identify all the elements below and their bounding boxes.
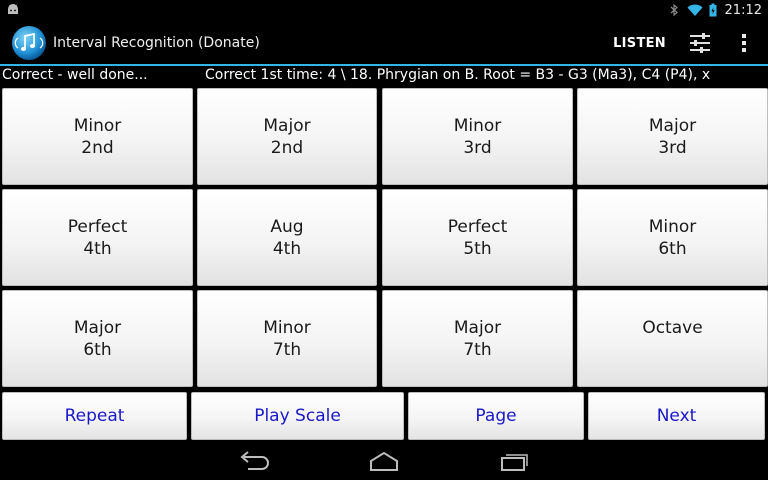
- interval-label-line1: Octave: [642, 318, 703, 338]
- interval-label-line2: 4th: [83, 238, 112, 259]
- wifi-icon: [687, 4, 703, 16]
- interval-label-line2: 5th: [463, 238, 492, 259]
- interval-label-line2: 2nd: [81, 137, 114, 158]
- action-bar: Interval Recognition (Donate) LISTEN: [0, 22, 768, 64]
- interval-major-2nd-button[interactable]: Major 2nd: [197, 88, 377, 185]
- page-button[interactable]: Page: [408, 392, 584, 440]
- interval-label-line2: 7th: [272, 339, 302, 360]
- result-info-line: Correct - well done... Correct 1st time:…: [0, 66, 768, 86]
- recent-apps-icon[interactable]: [496, 448, 532, 474]
- interval-major-7th-button[interactable]: Major 7th: [382, 290, 573, 387]
- interval-label-line2: 4th: [272, 238, 302, 259]
- interval-label-line1: Minor: [73, 115, 122, 136]
- back-icon[interactable]: [236, 448, 272, 474]
- interval-label-line1: Minor: [648, 216, 697, 237]
- next-button[interactable]: Next: [588, 392, 765, 440]
- interval-label-line1: Aug: [270, 216, 304, 237]
- interval-major-3rd-button[interactable]: Major 3rd: [577, 88, 768, 185]
- play-scale-button[interactable]: Play Scale: [191, 392, 404, 440]
- interval-grid: Minor 2nd Major 2nd Minor 3rd Major 3rd …: [0, 86, 768, 392]
- answer-status-text: Correct - well done...: [2, 67, 148, 83]
- interval-minor-2nd-button[interactable]: Minor 2nd: [2, 88, 193, 185]
- interval-label-line1: Perfect: [447, 216, 508, 237]
- overflow-menu-icon[interactable]: [738, 31, 750, 55]
- interval-label-line1: Major: [453, 317, 502, 338]
- interval-label-line2: 6th: [83, 339, 112, 360]
- home-icon[interactable]: [366, 448, 402, 474]
- interval-minor-7th-button[interactable]: Minor 7th: [197, 290, 377, 387]
- interval-label-line2: 2nd: [270, 137, 304, 158]
- interval-label-line1: Major: [648, 115, 697, 136]
- interval-label-line1: Major: [263, 115, 311, 136]
- interval-perfect-5th-button[interactable]: Perfect 5th: [382, 189, 573, 286]
- sliders-icon[interactable]: [688, 31, 712, 55]
- interval-aug-4th-button[interactable]: Aug 4th: [197, 189, 377, 286]
- score-detail-text: Correct 1st time: 4 \ 18. Phrygian on B.…: [205, 67, 711, 83]
- interval-label-line1: Perfect: [67, 216, 128, 237]
- listen-button[interactable]: LISTEN: [613, 36, 666, 51]
- app-logo-icon[interactable]: [11, 25, 47, 61]
- interval-label-line1: Major: [73, 317, 122, 338]
- interval-major-6th-button[interactable]: Major 6th: [2, 290, 193, 387]
- interval-perfect-4th-button[interactable]: Perfect 4th: [2, 189, 193, 286]
- interval-label-line1: Minor: [263, 317, 311, 338]
- interval-label-line2: 7th: [463, 339, 492, 360]
- repeat-button[interactable]: Repeat: [2, 392, 187, 440]
- interval-minor-6th-button[interactable]: Minor 6th: [577, 189, 768, 286]
- interval-label-line2: 3rd: [463, 137, 492, 158]
- interval-octave-button[interactable]: Octave: [577, 290, 768, 387]
- interval-label-line1: Minor: [453, 115, 502, 136]
- interval-minor-3rd-button[interactable]: Minor 3rd: [382, 88, 573, 185]
- status-bar: 21:12: [0, 0, 768, 20]
- interval-label-line2: 6th: [658, 238, 687, 259]
- system-navigation-bar: [0, 440, 768, 480]
- interval-label-line2: 3rd: [658, 137, 687, 158]
- battery-icon: [709, 3, 717, 17]
- bluetooth-icon: [670, 3, 678, 17]
- status-clock: 21:12: [724, 2, 762, 18]
- android-debug-icon: [8, 4, 18, 14]
- app-title: Interval Recognition (Donate): [53, 35, 260, 51]
